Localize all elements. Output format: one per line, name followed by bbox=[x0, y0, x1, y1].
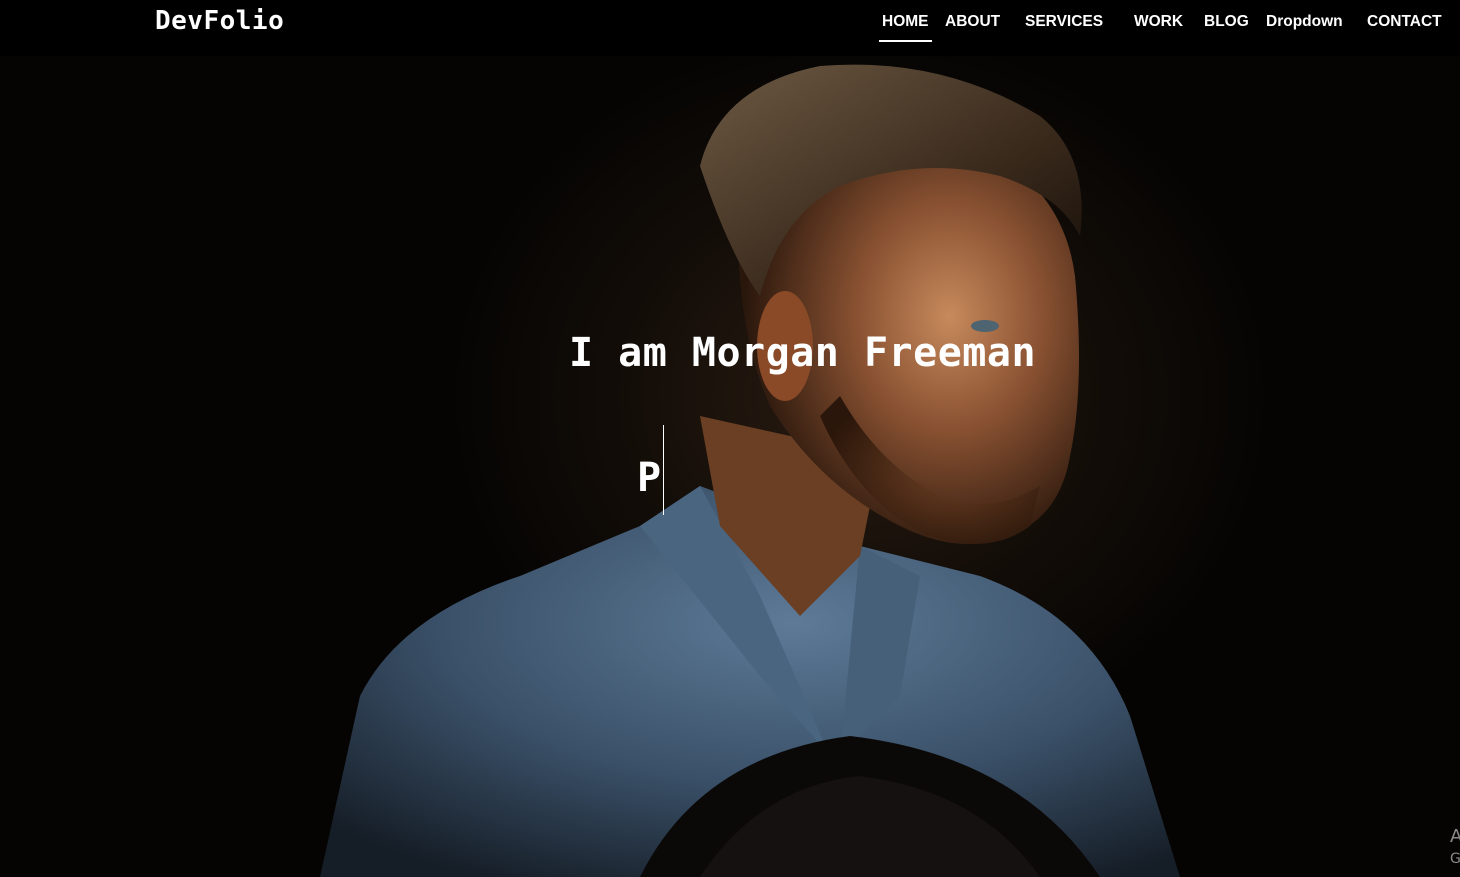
nav-home[interactable]: HOME bbox=[879, 13, 931, 42]
hero-section: I am Morgan Freeman P bbox=[0, 56, 1460, 877]
nav-contact[interactable]: CONTACT bbox=[1367, 13, 1442, 31]
typed-cursor bbox=[663, 425, 664, 515]
hero-background-photo bbox=[320, 64, 1180, 877]
watermark-line1: A bbox=[1450, 826, 1460, 847]
hero-title: I am Morgan Freeman bbox=[568, 330, 1037, 376]
activation-watermark: A G bbox=[1450, 826, 1460, 870]
hero-typed-text: P bbox=[637, 455, 662, 501]
nav-services[interactable]: SERVICES bbox=[1025, 13, 1103, 31]
nav-blog[interactable]: BLOG bbox=[1204, 13, 1249, 31]
navbar: DevFolio HOME ABOUT SERVICES WORK BLOG D… bbox=[0, 0, 1460, 56]
nav-menu: HOME ABOUT SERVICES WORK BLOG Dropdown C… bbox=[0, 0, 1460, 56]
nav-work[interactable]: WORK bbox=[1134, 13, 1183, 31]
nav-about[interactable]: ABOUT bbox=[945, 13, 1000, 31]
watermark-line2: G bbox=[1450, 851, 1460, 867]
nav-dropdown[interactable]: Dropdown bbox=[1266, 13, 1343, 31]
